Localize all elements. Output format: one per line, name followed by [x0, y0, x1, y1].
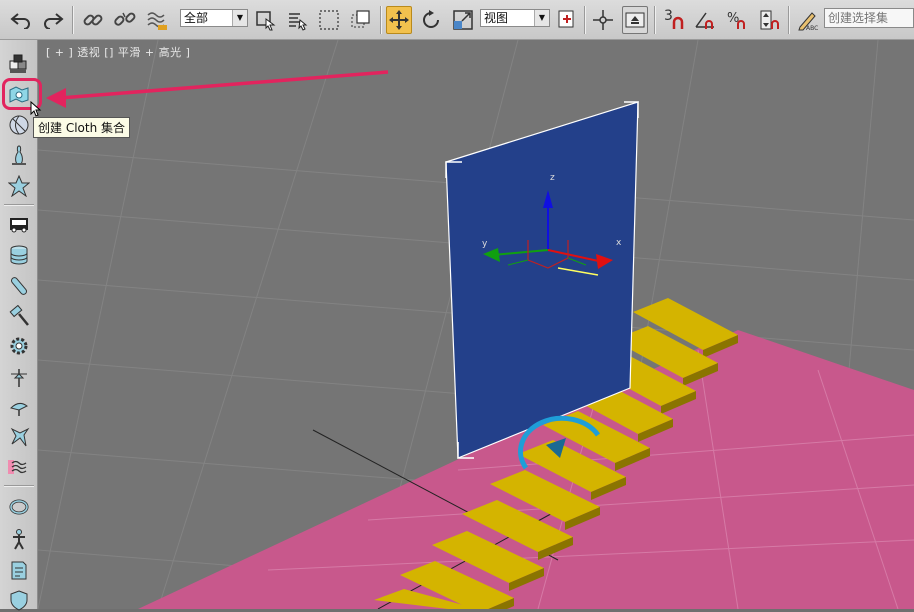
perspective-viewport[interactable]: z y x [ + ] 透视 [] 平滑 + 高光 ]: [38, 40, 914, 609]
window-crossing-icon[interactable]: [348, 6, 374, 34]
hammer-icon[interactable]: [7, 304, 31, 328]
pivot-icon[interactable]: [554, 6, 580, 34]
scale-icon[interactable]: [450, 6, 476, 34]
viewport-scene: z y x: [38, 40, 914, 609]
waves-icon[interactable]: [7, 455, 31, 479]
rotate-icon[interactable]: [418, 6, 444, 34]
shield-icon[interactable]: [7, 588, 31, 612]
angle-snap-icon[interactable]: [692, 6, 718, 34]
rect-selection-icon[interactable]: [316, 6, 342, 34]
chevron-down-icon: ▼: [232, 10, 247, 26]
tooltip: 创建 Cloth 集合: [33, 117, 130, 138]
fan-icon[interactable]: [7, 395, 31, 419]
snap-icon[interactable]: 3: [660, 6, 686, 34]
redo-icon[interactable]: [40, 6, 66, 34]
main-toolbar: 全部 ▼ 视图 ▼ 3 % ABC 创建选择集: [0, 0, 914, 40]
pointer-arrow: [46, 70, 389, 108]
gizmo-z-label: z: [550, 173, 555, 183]
manipulate-icon[interactable]: [590, 6, 616, 34]
select-object-icon[interactable]: [252, 6, 278, 34]
document-icon[interactable]: [7, 558, 31, 582]
snap-value: 3: [664, 8, 673, 24]
reference-coord-value: 视图: [484, 11, 509, 25]
unlink-icon[interactable]: [112, 6, 138, 34]
sphere-icon[interactable]: [7, 113, 31, 137]
viewport-label[interactable]: [ + ] 透视 [] 平滑 + 高光 ]: [46, 44, 190, 60]
chevron-down-icon: ▼: [534, 10, 549, 26]
spinner-snap-icon[interactable]: [756, 6, 782, 34]
selection-filter-value: 全部: [184, 11, 209, 25]
named-selection-input[interactable]: [824, 8, 914, 28]
wind-icon[interactable]: [7, 425, 31, 449]
gizmo-y-label: y: [482, 239, 488, 249]
star-figure-icon[interactable]: [7, 174, 31, 198]
gizmo-x-label: x: [616, 238, 622, 248]
bind-space-warp-icon[interactable]: [144, 6, 170, 34]
stack-icon[interactable]: [7, 243, 31, 267]
undo-icon[interactable]: [8, 6, 34, 34]
move-icon[interactable]: [386, 6, 412, 34]
keyboard-shortcut-icon[interactable]: [622, 6, 648, 34]
pill-icon[interactable]: [7, 274, 31, 298]
selection-filter-dropdown[interactable]: 全部 ▼: [180, 9, 248, 27]
percent-snap-icon[interactable]: %: [724, 6, 750, 34]
weathervane-icon[interactable]: [7, 365, 31, 389]
edit-named-selection-icon[interactable]: ABC: [794, 6, 820, 34]
reference-coord-dropdown[interactable]: 视图 ▼: [480, 9, 550, 27]
bowling-pin-icon[interactable]: [7, 143, 31, 167]
figure-icon[interactable]: [7, 527, 31, 551]
svg-text:ABC: ABC: [806, 25, 818, 31]
car-icon[interactable]: [7, 212, 31, 236]
link-icon[interactable]: [80, 6, 106, 34]
ring-icon[interactable]: [7, 495, 31, 519]
container-icon[interactable]: [7, 52, 31, 76]
select-by-name-icon[interactable]: [284, 6, 310, 34]
gear-icon[interactable]: [7, 334, 31, 358]
